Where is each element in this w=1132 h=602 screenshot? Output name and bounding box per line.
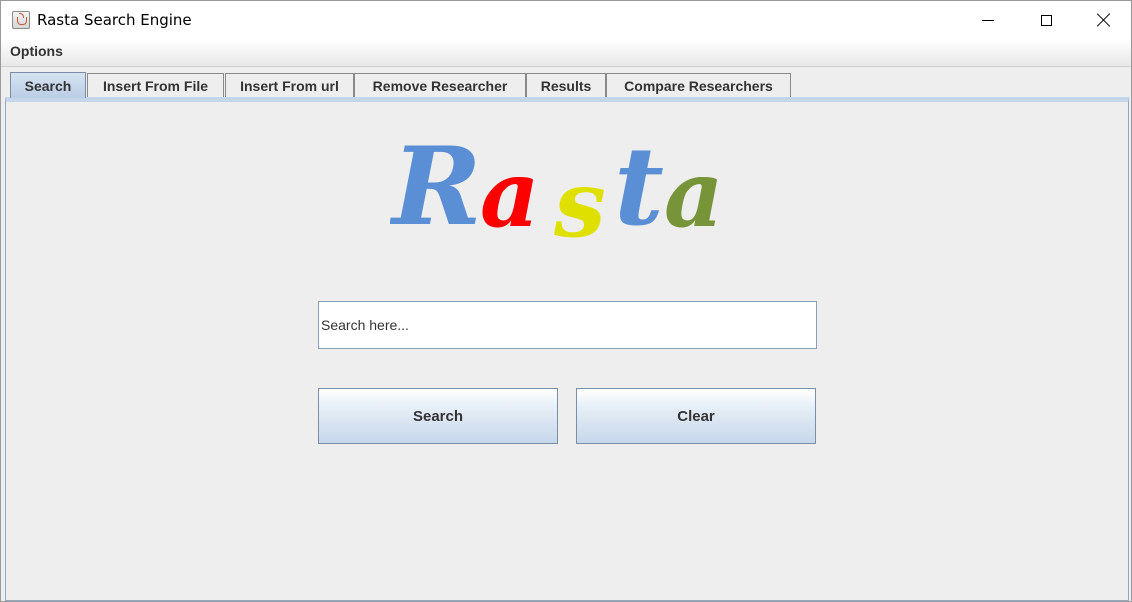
- tab-insert-from-file[interactable]: Insert From File: [87, 73, 224, 97]
- logo-letter-a: a: [480, 140, 540, 248]
- title-bar: Rasta Search Engine: [1, 1, 1131, 39]
- menu-options[interactable]: Options: [10, 43, 63, 59]
- menu-bar: Options: [1, 39, 1131, 67]
- tab-label: Insert From url: [240, 77, 339, 94]
- minimize-button[interactable]: [959, 1, 1017, 39]
- logo-letter-r: R: [390, 132, 482, 250]
- close-icon: [1097, 13, 1111, 27]
- maximize-button[interactable]: [1017, 1, 1075, 39]
- search-input[interactable]: [318, 301, 817, 349]
- tab-results[interactable]: Results: [526, 73, 606, 97]
- clear-button[interactable]: Clear: [576, 388, 816, 444]
- tab-label: Results: [540, 77, 592, 94]
- tabbed-pane: Search Insert From File Insert From url …: [5, 69, 1129, 601]
- maximize-icon: [1040, 14, 1052, 26]
- tab-search[interactable]: Search: [10, 72, 86, 98]
- tab-compare-researchers[interactable]: Compare Researchers: [606, 73, 791, 97]
- window-title: Rasta Search Engine: [37, 11, 192, 29]
- rasta-logo: R a s t a: [390, 132, 724, 252]
- tab-label: Insert From File: [102, 77, 209, 94]
- close-button[interactable]: [1075, 1, 1132, 39]
- tab-remove-researcher[interactable]: Remove Researcher: [354, 73, 526, 97]
- search-button[interactable]: Search: [318, 388, 558, 444]
- minimize-icon: [982, 19, 994, 21]
- logo-letter-t: t: [614, 132, 664, 250]
- tab-label: Compare Researchers: [624, 77, 773, 94]
- logo-letter-a2: a: [664, 140, 724, 248]
- java-cup-icon: [12, 11, 30, 29]
- tab-insert-from-url[interactable]: Insert From url: [225, 73, 354, 97]
- logo-letter-s: s: [553, 150, 606, 252]
- app-window: Rasta Search Engine Options Search Inser…: [0, 0, 1132, 602]
- search-panel: R a s t a Search Clear: [5, 97, 1129, 601]
- tab-label: Search: [24, 77, 72, 94]
- tab-label: Remove Researcher: [372, 77, 508, 94]
